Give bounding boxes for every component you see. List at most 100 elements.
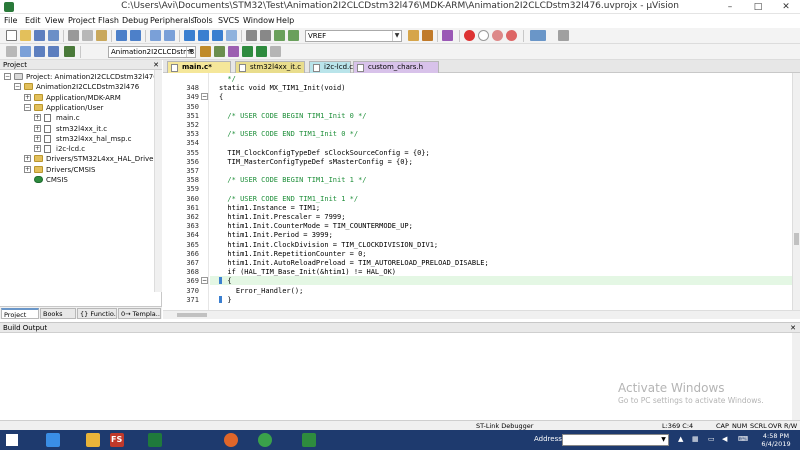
tree-item[interactable]: + Drivers/STM32L4xx_HAL_Driver <box>0 154 156 164</box>
manage-rte-icon[interactable] <box>228 46 239 57</box>
code-line[interactable]: /* USER CODE BEGIN TIM1_Init 1 */ <box>219 176 366 184</box>
stlink-settings-icon[interactable] <box>270 46 281 57</box>
expand-icon[interactable]: + <box>24 165 31 173</box>
open-file-icon[interactable] <box>20 30 31 41</box>
chevron-down-icon[interactable]: ▼ <box>186 47 195 57</box>
file-explorer-icon[interactable] <box>86 433 100 447</box>
chevron-down-icon[interactable]: ▼ <box>659 435 668 445</box>
translate-icon[interactable] <box>6 46 17 57</box>
breakpoint-disable-icon[interactable] <box>478 30 489 41</box>
menu-edit[interactable]: Edit <box>25 16 41 25</box>
network-icon[interactable]: ▦ <box>692 435 699 443</box>
editor-tab[interactable]: custom_chars.h <box>353 61 439 73</box>
breakpoint-icon[interactable] <box>464 30 475 41</box>
save-icon[interactable] <box>34 30 45 41</box>
editor-vertical-scrollbar[interactable] <box>792 73 800 310</box>
tree-item[interactable]: − Project: Animation2I2CLCDstm32l476 <box>0 72 158 82</box>
tree-item[interactable]: + stm32l4xx_hal_msp.c <box>0 134 152 144</box>
tree-item[interactable]: − Application/User <box>0 103 152 113</box>
unindent-icon[interactable] <box>260 30 271 41</box>
expand-icon[interactable]: + <box>34 134 41 142</box>
undo-icon[interactable] <box>116 30 127 41</box>
target-options-icon[interactable] <box>200 46 211 57</box>
minimize-button[interactable]: – <box>716 0 744 14</box>
tree-item[interactable]: + stm32l4xx_it.c <box>0 124 152 134</box>
code-line[interactable]: */ <box>219 75 235 83</box>
collapse-icon[interactable]: − <box>24 103 31 111</box>
firefox-icon[interactable] <box>224 433 238 447</box>
editor-tab[interactable]: main.c* <box>167 61 231 73</box>
code-line[interactable]: htim1.Init.AutoReloadPreload = TIM_AUTOR… <box>219 259 488 267</box>
code-line[interactable]: if (HAL_TIM_Base_Init(&htim1) != HAL_OK) <box>219 268 396 276</box>
tab-templates[interactable]: 0→ Templa... <box>118 308 161 319</box>
code-line[interactable]: { <box>219 93 223 101</box>
menu-svcs[interactable]: SVCS <box>218 16 239 25</box>
breakpoint-kill-all-icon[interactable] <box>506 30 517 41</box>
tree-item[interactable]: + i2c-lcd.c <box>0 144 152 154</box>
scroll-thumb[interactable] <box>177 313 207 317</box>
build-icon[interactable] <box>20 46 31 57</box>
close-icon[interactable]: ✕ <box>153 60 159 70</box>
file-extensions-icon[interactable] <box>214 46 225 57</box>
find-icon[interactable] <box>422 30 433 41</box>
code-line[interactable]: htim1.Init.CounterMode = TIM_COUNTERMODE… <box>219 222 412 230</box>
pack-installer-icon[interactable] <box>242 46 253 57</box>
expand-icon[interactable]: + <box>24 155 31 163</box>
menu-view[interactable]: View <box>45 16 64 25</box>
collapse-icon[interactable]: − <box>14 83 21 91</box>
address-input[interactable]: ▼ <box>562 434 669 446</box>
foxit-icon[interactable]: FS <box>110 433 124 447</box>
code-line[interactable]: static void MX_TIM1_Init(void) <box>219 84 345 92</box>
incremental-find-icon[interactable] <box>442 30 453 41</box>
expand-icon[interactable]: + <box>34 114 41 122</box>
tree-item[interactable]: − Animation2I2CLCDstm32l476 <box>0 82 152 92</box>
select-software-packs-icon[interactable] <box>256 46 267 57</box>
tree-item[interactable]: + main.c <box>0 113 152 123</box>
configure-icon[interactable] <box>558 30 569 41</box>
window-layout-icon[interactable] <box>530 30 546 41</box>
find-combobox[interactable]: VREF ▼ <box>305 30 402 42</box>
menu-file[interactable]: File <box>4 16 17 25</box>
bookmark-toggle-icon[interactable] <box>184 30 195 41</box>
code-line[interactable]: TIM_MasterConfigTypeDef sMasterConfig = … <box>219 158 412 166</box>
menu-window[interactable]: Window <box>243 16 275 25</box>
taskbar-clock[interactable]: 4:58 PM 6/4/2019 <box>754 432 798 448</box>
project-scrollbar[interactable] <box>154 70 162 292</box>
code-line[interactable]: Error_Handler(); <box>219 287 303 295</box>
redo-icon[interactable] <box>130 30 141 41</box>
download-icon[interactable] <box>64 46 75 57</box>
volume-icon[interactable]: ◀ <box>722 435 727 443</box>
code-line[interactable]: TIM_ClockConfigTypeDef sClockSourceConfi… <box>219 149 429 157</box>
menu-project[interactable]: Project <box>68 16 95 25</box>
code-editor[interactable]: 348 349−350 351 352 353 354 355 356 357 358 359 360… <box>163 73 800 310</box>
target-select[interactable]: Animation2I2CLCDstm32 ▼ <box>108 46 196 58</box>
tab-project[interactable]: Project <box>1 308 39 319</box>
menu-help[interactable]: Help <box>276 16 294 25</box>
close-button[interactable]: ✕ <box>772 0 800 14</box>
navigate-back-icon[interactable] <box>150 30 161 41</box>
code-line[interactable]: htim1.Init.ClockDivision = TIM_CLOCKDIVI… <box>219 241 438 249</box>
menu-flash[interactable]: Flash <box>98 16 119 25</box>
tray-overflow-icon[interactable]: ▲ <box>678 435 683 443</box>
paste-icon[interactable] <box>96 30 107 41</box>
menu-debug[interactable]: Debug <box>122 16 148 25</box>
tab-books[interactable]: Books <box>40 308 76 319</box>
cut-icon[interactable] <box>68 30 79 41</box>
code-line[interactable]: htim1.Init.Period = 3999; <box>219 231 332 239</box>
ie-icon[interactable] <box>46 433 60 447</box>
bookmark-prev-icon[interactable] <box>198 30 209 41</box>
expand-icon[interactable]: + <box>34 145 41 153</box>
bookmark-clear-icon[interactable] <box>226 30 237 41</box>
comment-icon[interactable] <box>274 30 285 41</box>
bookmark-next-icon[interactable] <box>212 30 223 41</box>
indent-icon[interactable] <box>246 30 257 41</box>
tab-functions[interactable]: {} Functio... <box>77 308 117 319</box>
find-in-files-icon[interactable] <box>408 30 419 41</box>
chevron-down-icon[interactable]: ▼ <box>392 31 401 41</box>
save-all-icon[interactable] <box>48 30 59 41</box>
excel-icon[interactable] <box>148 433 162 447</box>
build-output-scrollbar[interactable] <box>792 333 800 420</box>
batch-build-icon[interactable] <box>48 46 59 57</box>
editor-tab[interactable]: i2c-lcd.c <box>309 61 353 73</box>
breakpoint-clear-icon[interactable] <box>492 30 503 41</box>
